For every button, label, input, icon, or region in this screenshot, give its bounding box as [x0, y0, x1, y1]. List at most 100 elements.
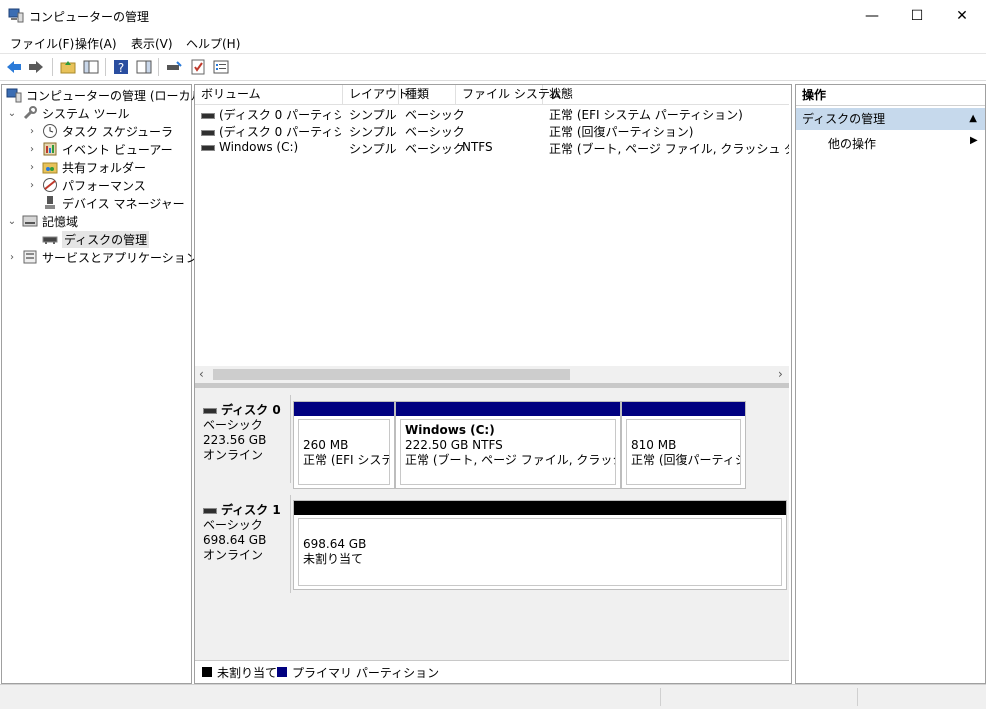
partition-status: 未割り当て	[303, 552, 364, 566]
tree-item-label: タスク スケジューラ	[62, 124, 173, 139]
menu-help[interactable]: ヘルプ(H)	[186, 35, 240, 52]
table-row[interactable]: Windows (C:) シンプル ベーシック NTFS 正常 (ブート, ペー…	[195, 139, 789, 156]
event-viewer-icon	[43, 142, 57, 156]
disk-1-label[interactable]: ディスク 1 ベーシック 698.64 GB オンライン	[195, 495, 291, 593]
drive-icon	[201, 129, 215, 136]
tree-item-device-manager[interactable]: デバイス マネージャー	[26, 194, 185, 212]
action-more-label: 他の操作	[828, 137, 877, 151]
volume-type: ベーシック	[405, 125, 465, 139]
tree-item-label: 共有フォルダー	[62, 160, 147, 175]
menu-view[interactable]: 表示(V)	[131, 35, 173, 52]
action-pane: 操作 ディスクの管理 ▲ 他の操作 ▶	[795, 84, 986, 684]
partition-windows-c[interactable]: Windows (C:) 222.50 GB NTFS 正常 (ブート, ページ…	[395, 401, 621, 489]
tree-item-storage[interactable]: ⌄ 記憶域	[6, 212, 78, 230]
scroll-right-icon[interactable]: ›	[778, 367, 783, 381]
minimize-button[interactable]: —	[849, 0, 895, 31]
tree-item-system-tools[interactable]: ⌄ システム ツール	[6, 104, 129, 122]
up-folder-icon[interactable]	[59, 58, 77, 76]
action-pane-header: 操作	[796, 85, 985, 106]
disk-management-panel: ボリューム レイアウト 種類 ファイル システム 状態 (ディスク 0 パーティ…	[194, 84, 792, 684]
tree-item-label: ディスクの管理	[62, 230, 150, 248]
title-bar[interactable]: コンピューターの管理 — ☐ ✕	[0, 0, 986, 31]
show-hide-action-pane-icon[interactable]	[135, 58, 153, 76]
partition-size: 222.50 GB NTFS	[405, 438, 503, 452]
chevron-down-icon[interactable]: ⌄	[6, 216, 18, 227]
partition-efi[interactable]: 260 MB 正常 (EFI システム	[293, 401, 395, 489]
disk-name: ディスク 0	[221, 403, 281, 417]
chevron-right-icon[interactable]: ›	[26, 126, 38, 137]
show-hide-tree-icon[interactable]	[82, 58, 100, 76]
volume-layout: シンプル	[349, 108, 397, 122]
disk-size: 698.64 GB	[203, 533, 267, 547]
tree-item-disk-management[interactable]: ディスクの管理	[26, 230, 150, 248]
performance-icon	[43, 178, 57, 192]
disk-drive-icon	[203, 407, 217, 414]
column-header-layout[interactable]: レイアウト	[343, 85, 409, 104]
primary-partition-bar	[622, 402, 745, 416]
tree-item-root[interactable]: コンピューターの管理 (ローカル)	[6, 86, 207, 104]
connect-drive-icon[interactable]	[165, 58, 183, 76]
drive-icon	[201, 112, 215, 119]
legend-unallocated: 未割り当て	[217, 666, 278, 680]
chevron-right-icon[interactable]: ›	[26, 180, 38, 191]
column-header-volume[interactable]: ボリューム	[195, 85, 343, 104]
volume-status: 正常 (回復パーティション)	[549, 125, 694, 139]
forward-arrow-icon[interactable]	[27, 58, 45, 76]
collapse-up-icon[interactable]: ▲	[969, 108, 977, 130]
chevron-right-icon[interactable]: ›	[26, 144, 38, 155]
legend: 未割り当て プライマリ パーティション	[195, 660, 789, 682]
menu-file[interactable]: ファイル(F)	[10, 35, 74, 52]
toolbar: ?	[0, 54, 986, 80]
partition-status: 正常 (回復パーティショ	[631, 453, 740, 467]
volume-status: 正常 (EFI システム パーティション)	[549, 108, 743, 122]
properties-icon[interactable]	[212, 58, 230, 76]
tree-item-services-apps[interactable]: › サービスとアプリケーション	[6, 248, 198, 266]
tree-item-task-scheduler[interactable]: › タスク スケジューラ	[26, 122, 173, 140]
partition-status: 正常 (ブート, ページ ファイル, クラッシュ ダンプ,	[405, 453, 615, 467]
table-row[interactable]: (ディスク 0 パーティション 4) シンプル ベーシック 正常 (回復パーティ…	[195, 122, 789, 139]
volume-status: 正常 (ブート, ページ ファイル, クラッシュ ダンプ, ベーシ	[549, 142, 789, 156]
tree-item-performance[interactable]: › パフォーマンス	[26, 176, 146, 194]
checklist-icon[interactable]	[189, 58, 207, 76]
tree-item-event-viewer[interactable]: › イベント ビューアー	[26, 140, 173, 158]
chevron-right-icon[interactable]: ›	[6, 252, 18, 263]
toolbar-divider	[105, 58, 106, 76]
status-divider	[660, 688, 661, 706]
legend-primary: プライマリ パーティション	[292, 666, 440, 680]
horizontal-scrollbar[interactable]: ‹ ›	[195, 366, 789, 383]
action-more[interactable]: 他の操作 ▶	[828, 135, 978, 152]
unallocated-swatch	[202, 667, 212, 677]
volume-layout: シンプル	[349, 142, 397, 156]
disk-status: オンライン	[203, 448, 264, 462]
primary-partition-swatch	[277, 667, 287, 677]
menu-action[interactable]: 操作(A)	[75, 35, 117, 52]
back-arrow-icon[interactable]	[5, 58, 23, 76]
disk-type: ベーシック	[203, 418, 263, 432]
scroll-left-icon[interactable]: ‹	[199, 367, 204, 381]
partition-unallocated[interactable]: 698.64 GB 未割り当て	[293, 500, 787, 590]
unallocated-bar	[294, 501, 786, 515]
clock-icon	[43, 124, 57, 138]
volume-layout: シンプル	[349, 125, 397, 139]
disk-0-label[interactable]: ディスク 0 ベーシック 223.56 GB オンライン	[195, 395, 291, 483]
disk-drive-icon	[203, 507, 217, 514]
services-icon	[23, 250, 37, 264]
chevron-right-icon[interactable]: ›	[26, 162, 38, 173]
column-header-filesystem[interactable]: ファイル システム	[456, 85, 561, 104]
chevron-down-icon[interactable]: ⌄	[6, 108, 18, 119]
volume-name: (ディスク 0 パーティション 1)	[219, 108, 341, 122]
tree-item-shared-folders[interactable]: › 共有フォルダー	[26, 158, 146, 176]
column-header-type[interactable]: 種類	[399, 85, 456, 104]
maximize-button[interactable]: ☐	[894, 0, 940, 31]
partition-recovery[interactable]: 810 MB 正常 (回復パーティショ	[621, 401, 746, 489]
help-icon[interactable]: ?	[112, 58, 130, 76]
volume-name: Windows (C:)	[219, 140, 299, 154]
close-button[interactable]: ✕	[939, 0, 985, 31]
partition-size: 698.64 GB	[303, 537, 367, 551]
disk-status: オンライン	[203, 548, 264, 562]
table-row[interactable]: (ディスク 0 パーティション 1) シンプル ベーシック 正常 (EFI シス…	[195, 105, 789, 122]
column-header-status[interactable]: 状態	[543, 85, 789, 104]
action-section-disk-management[interactable]: ディスクの管理 ▲	[796, 108, 985, 130]
tools-icon	[23, 106, 37, 120]
scrollbar-thumb[interactable]	[213, 369, 570, 380]
